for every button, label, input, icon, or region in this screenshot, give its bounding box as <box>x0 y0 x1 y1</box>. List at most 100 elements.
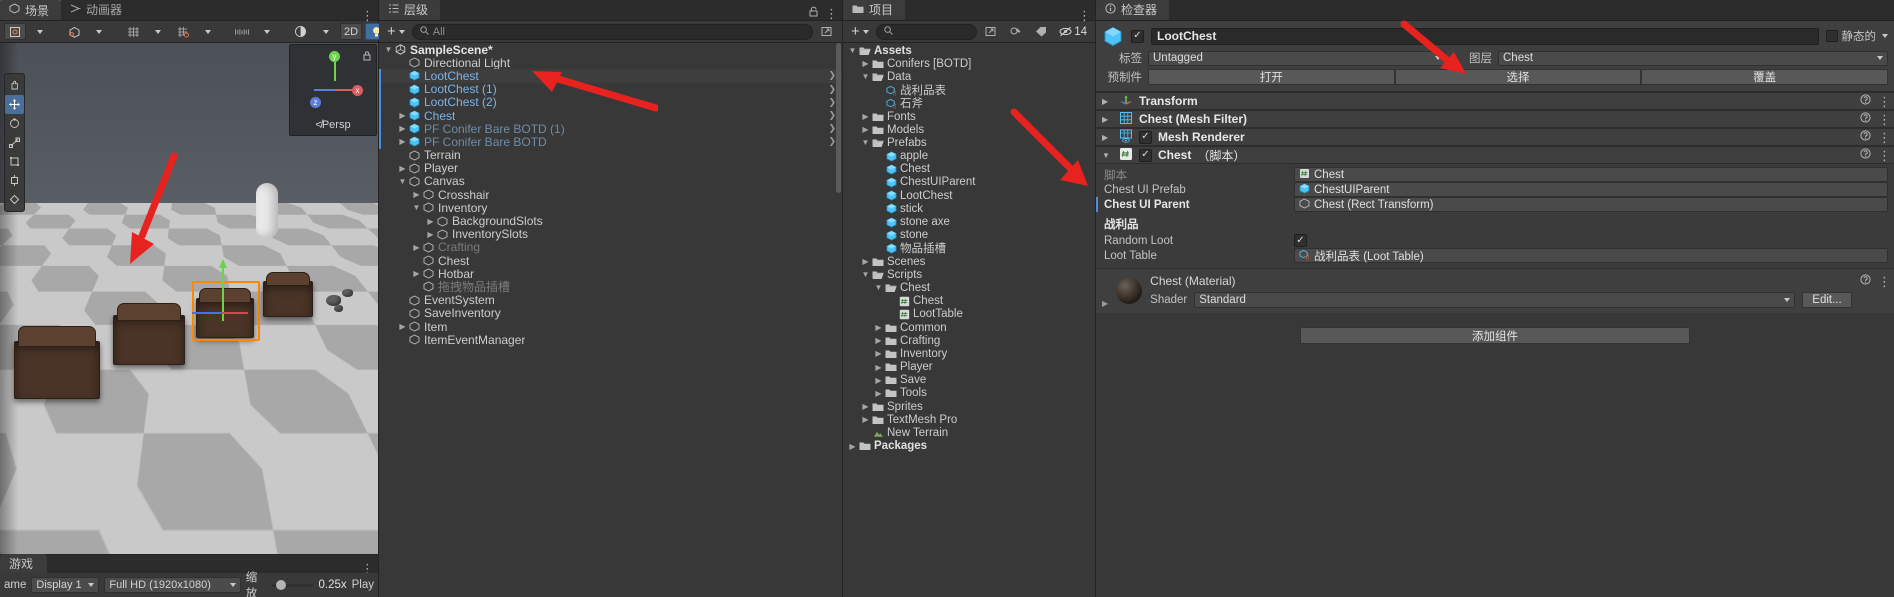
hierarchy-row[interactable]: Directional Light <box>379 56 842 70</box>
project-twisty[interactable]: ▶ <box>873 376 884 385</box>
hierarchy-twisty[interactable]: ▼ <box>383 45 394 54</box>
chevron-down-icon[interactable]: ▼ <box>1102 151 1113 160</box>
help-icon[interactable] <box>1860 148 1871 162</box>
tab-inspector[interactable]: 检查器 <box>1096 0 1170 20</box>
project-twisty[interactable]: ▼ <box>860 72 871 81</box>
hierarchy-twisty[interactable]: ▶ <box>397 124 408 133</box>
project-row[interactable]: ▶ Packages <box>843 440 1095 453</box>
prefab-enter-icon[interactable]: ❯ <box>828 97 836 108</box>
ruler-dropdown[interactable] <box>256 23 278 40</box>
hierarchy-twisty[interactable]: ▶ <box>397 137 408 146</box>
project-row[interactable]: Chest <box>843 295 1095 308</box>
project-hidden-count[interactable]: 14 <box>1055 23 1091 40</box>
tool-move-button[interactable] <box>5 95 24 114</box>
hierarchy-tree[interactable]: ▼ SampleScene* Directional Light LootChest ❯… <box>379 43 842 597</box>
hierarchy-expand-icon[interactable] <box>816 23 838 40</box>
hierarchy-row[interactable]: ▶ BackgroundSlots <box>379 214 842 228</box>
help-icon[interactable] <box>1860 94 1871 108</box>
project-add-button[interactable]: + <box>847 23 873 40</box>
project-row[interactable]: ▶ Tools <box>843 387 1095 400</box>
scene-shading-dropdown[interactable] <box>315 23 337 40</box>
project-row[interactable]: ▶ Conifers [BOTD] <box>843 57 1095 70</box>
component-menu-icon[interactable]: ⋮ <box>1878 131 1891 144</box>
project-twisty[interactable]: ▶ <box>860 402 871 411</box>
scene-chest-1[interactable] <box>14 326 100 399</box>
tool-transform-button[interactable] <box>5 171 24 190</box>
display-dropdown[interactable]: Display 1 <box>31 577 100 593</box>
scene-menu-icon[interactable]: ⋮ <box>361 9 374 22</box>
static-toggle[interactable]: 静态的 <box>1825 28 1888 44</box>
hierarchy-row[interactable]: ▶ Player <box>379 161 842 175</box>
material-header[interactable]: ▶ Chest (Material) Shader Standard Edit.… <box>1096 268 1894 313</box>
hierarchy-twisty[interactable]: ▶ <box>411 190 422 199</box>
hierarchy-row[interactable]: LootChest (2) ❯ <box>379 95 842 109</box>
hierarchy-twisty[interactable]: ▶ <box>425 217 436 226</box>
project-row[interactable]: apple <box>843 150 1095 163</box>
material-help-icon[interactable] <box>1860 274 1871 288</box>
hierarchy-row[interactable]: 拖拽物品插槽 <box>379 280 842 294</box>
chevron-right-icon[interactable]: ▶ <box>1102 133 1113 142</box>
project-twisty[interactable]: ▶ <box>873 349 884 358</box>
resolution-dropdown[interactable]: Full HD (1920x1080) <box>104 577 241 593</box>
project-row[interactable]: ▶ Inventory <box>843 347 1095 360</box>
component-header-chest-script[interactable]: ▼ ✓ Chest （脚本） ⋮ <box>1096 146 1894 164</box>
prefab-enter-icon[interactable]: ❯ <box>828 84 836 95</box>
project-row[interactable]: 物品插槽 <box>843 242 1095 255</box>
project-tree[interactable]: ▼ Assets ▶ Conifers [BOTD] ▼ Data{} 战利品表{} 石斧 ▶ F… <box>843 43 1095 597</box>
grid-snap-button[interactable] <box>122 23 144 40</box>
project-row[interactable]: Chest <box>843 163 1095 176</box>
shader-dropdown[interactable]: Standard <box>1194 292 1795 308</box>
tool-custom-button[interactable] <box>5 190 24 209</box>
hierarchy-row[interactable]: ▶ Crafting <box>379 240 842 254</box>
prefab-enter-icon[interactable]: ❯ <box>828 110 836 121</box>
hierarchy-row[interactable]: LootChest ❯ <box>379 69 842 83</box>
grid-snap-dropdown[interactable] <box>147 23 169 40</box>
project-twisty[interactable]: ▼ <box>860 270 871 279</box>
project-menu-icon[interactable]: ⋮ <box>1078 9 1091 22</box>
hierarchy-add-button[interactable]: + <box>383 23 409 40</box>
component-header[interactable]: ▶ ✓ Mesh Renderer ⋮ <box>1096 128 1894 146</box>
gameobject-name-field[interactable]: LootChest <box>1151 27 1819 45</box>
project-row[interactable]: ▶ Save <box>843 374 1095 387</box>
hierarchy-twisty[interactable]: ▶ <box>425 230 436 239</box>
tab-game[interactable]: 游戏 <box>0 554 48 573</box>
component-menu-icon[interactable]: ⋮ <box>1878 95 1891 108</box>
project-row[interactable]: {} 石斧 <box>843 97 1095 110</box>
tool-hand-button[interactable] <box>5 76 24 95</box>
hierarchy-twisty[interactable]: ▶ <box>411 269 422 278</box>
gizmo-lock-icon[interactable] <box>363 50 371 64</box>
project-row[interactable]: ▶ Scenes <box>843 255 1095 268</box>
hierarchy-row[interactable]: ItemEventManager <box>379 333 842 347</box>
component-header[interactable]: ▶ Transform ⋮ <box>1096 92 1894 110</box>
component-enabled-checkbox[interactable]: ✓ <box>1139 130 1152 144</box>
tool-handle-dropdown[interactable] <box>88 23 110 40</box>
hierarchy-row[interactable]: ▶ Crosshair <box>379 188 842 202</box>
scene-view-ruler-button[interactable] <box>231 23 253 40</box>
project-row[interactable]: ▶ Player <box>843 361 1095 374</box>
material-menu-icon[interactable]: ⋮ <box>1878 275 1891 288</box>
hierarchy-row[interactable]: Terrain <box>379 148 842 162</box>
project-row[interactable]: ▶ Models <box>843 123 1095 136</box>
project-row[interactable]: ▼ Assets <box>843 44 1095 57</box>
hierarchy-row[interactable]: ▶ Chest ❯ <box>379 109 842 123</box>
project-row[interactable]: stone <box>843 229 1095 242</box>
tool-rotate-button[interactable] <box>5 114 24 133</box>
script-reference-field[interactable]: Chest <box>1294 167 1888 182</box>
hierarchy-row[interactable]: LootChest (1) ❯ <box>379 82 842 96</box>
project-row[interactable]: ▶ Sprites <box>843 400 1095 413</box>
hierarchy-row[interactable]: ▼ SampleScene* <box>379 43 842 57</box>
hierarchy-row[interactable]: SaveInventory <box>379 306 842 320</box>
tool-pivot-dropdown[interactable] <box>29 23 51 40</box>
scene-view-gizmo[interactable]: y x z ≮Persp <box>289 44 377 136</box>
project-twisty[interactable]: ▶ <box>860 257 871 266</box>
project-row[interactable]: stick <box>843 202 1095 215</box>
hierarchy-lock-icon[interactable] <box>809 6 818 20</box>
hierarchy-row[interactable]: ▼ Inventory <box>379 201 842 215</box>
project-row[interactable]: ▶ Fonts <box>843 110 1095 123</box>
play-label[interactable]: Play <box>352 579 374 591</box>
project-twisty[interactable]: ▼ <box>847 46 858 55</box>
project-twisty[interactable]: ▶ <box>873 363 884 372</box>
tab-hierarchy[interactable]: 层级 <box>379 0 441 20</box>
component-menu-icon[interactable]: ⋮ <box>1878 149 1891 162</box>
prefab-enter-icon[interactable]: ❯ <box>828 70 836 81</box>
